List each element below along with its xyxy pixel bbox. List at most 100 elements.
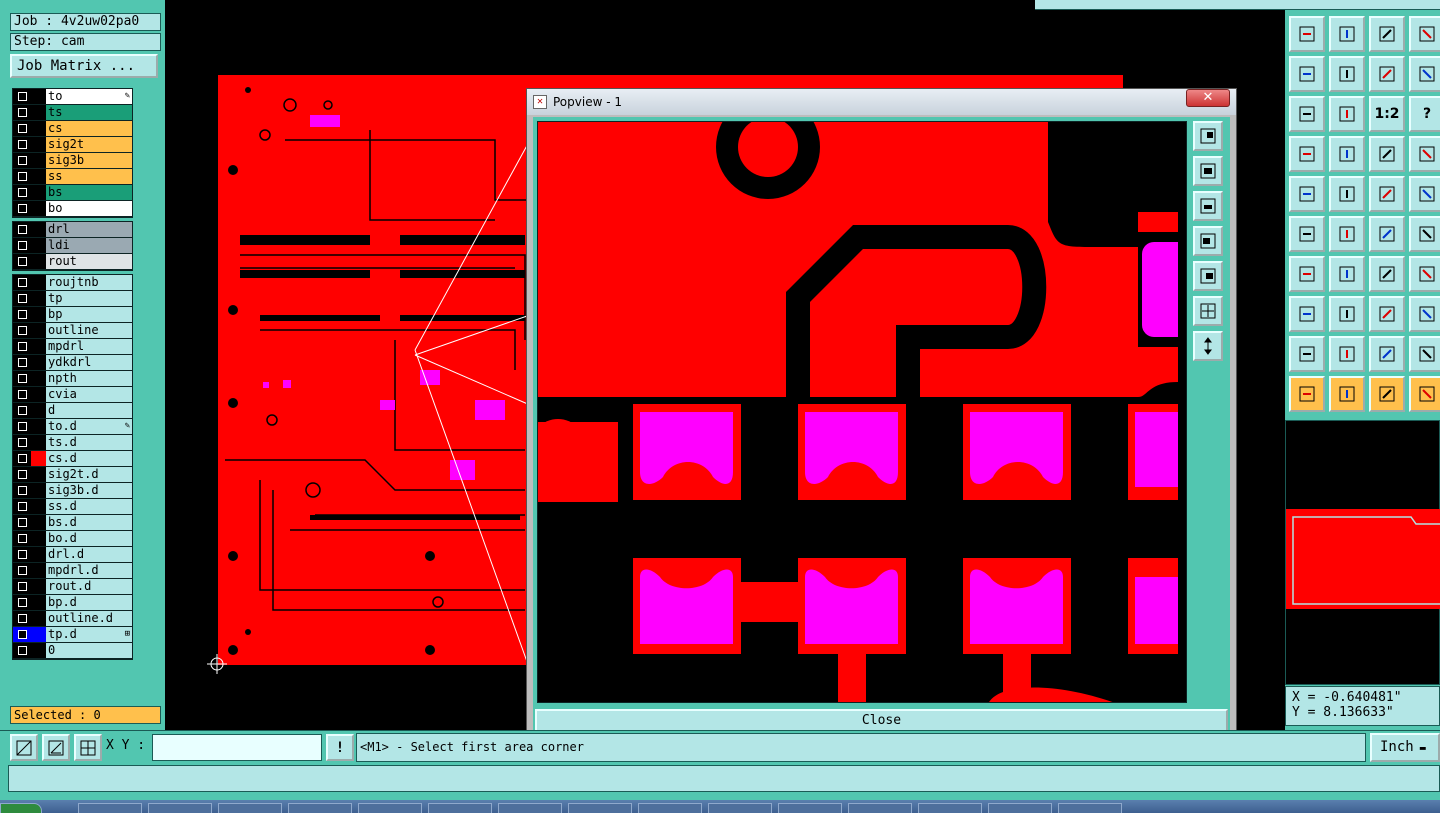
layer-row[interactable]: cs [13,121,132,137]
layer-swatch[interactable] [31,169,46,184]
layer-row[interactable]: to ✎ [13,89,132,105]
font-icon[interactable] [1409,256,1440,292]
layer-checkbox[interactable] [13,435,31,450]
pointer-circle-icon[interactable] [1369,376,1405,412]
layer-swatch[interactable] [31,137,46,152]
layer-name[interactable]: sig3b.d [46,483,132,498]
layer-name[interactable]: cs.d [46,451,132,466]
layer-checkbox[interactable] [13,419,31,434]
layer-swatch[interactable] [31,254,46,269]
layer-name[interactable]: bs.d [46,515,132,530]
layer-row[interactable]: tp.d ⊞ [13,627,132,643]
window-icon[interactable] [1409,16,1440,52]
layer-row[interactable]: rout [13,254,132,270]
layer-swatch[interactable] [31,547,46,562]
move-point-icon[interactable] [1369,216,1405,252]
pan-icon[interactable] [1329,96,1365,132]
layer-checkbox[interactable] [13,579,31,594]
triangle-icon[interactable] [1289,336,1325,372]
layer-name[interactable]: cvia [46,387,132,402]
snap-grid-icon[interactable] [74,734,102,761]
pointer-node-icon[interactable] [1409,376,1440,412]
taskbar-item[interactable] [848,803,912,813]
layer-checkbox[interactable] [13,185,31,200]
layer-row[interactable]: mpdrl.d [13,563,132,579]
popview-titlebar[interactable]: ✕ Popview - 1 ✕ [527,89,1236,115]
layer-checkbox[interactable] [13,121,31,136]
layer-swatch[interactable] [31,323,46,338]
select-box-icon[interactable] [1289,296,1325,332]
dash-icon[interactable] [1329,296,1365,332]
layer-row[interactable]: roujtnb [13,275,132,291]
layer-swatch[interactable] [31,579,46,594]
layer-row[interactable]: ts.d [13,435,132,451]
layer-row[interactable]: sig2t [13,137,132,153]
layer-name[interactable]: ts [46,105,132,120]
layer-swatch[interactable] [31,291,46,306]
line-draw-icon[interactable] [1329,176,1365,212]
layer-swatch[interactable] [31,483,46,498]
layer-checkbox[interactable] [13,238,31,253]
redraw-icon[interactable] [1409,56,1440,92]
layer-checkbox[interactable] [13,254,31,269]
exclaim-button[interactable]: ! [326,734,354,761]
zoom-out-icon[interactable] [1193,191,1223,221]
layer-swatch[interactable] [31,467,46,482]
pointer-box-icon[interactable] [1329,376,1365,412]
layer-row[interactable]: rout.d [13,579,132,595]
layer-name[interactable]: ts.d [46,435,132,450]
layer-name[interactable]: outline.d [46,611,132,626]
layer-checkbox[interactable] [13,467,31,482]
layer-name[interactable]: bp [46,307,132,322]
layer-name[interactable]: drl.d [46,547,132,562]
layer-swatch[interactable] [31,627,46,642]
taskbar-item[interactable] [918,803,982,813]
close-icon[interactable]: ✕ [1186,89,1230,107]
layer-name[interactable]: ldi [46,238,132,253]
layer-checkbox[interactable] [13,627,31,642]
scale-1-2-icon[interactable]: 1:2 [1369,96,1405,132]
layer-checkbox[interactable] [13,371,31,386]
taskbar-item[interactable] [778,803,842,813]
layer-row[interactable]: d [13,403,132,419]
add-point-icon[interactable] [1409,216,1440,252]
layer-name[interactable]: sig2t [46,137,132,152]
layer-checkbox[interactable] [13,499,31,514]
center-view-icon[interactable] [1193,331,1223,361]
right-arrow-icon[interactable] [1329,56,1365,92]
layer-swatch[interactable] [31,105,46,120]
layer-swatch[interactable] [31,201,46,216]
layer-checkbox[interactable] [13,387,31,402]
layer-swatch[interactable] [31,121,46,136]
grid-icon[interactable] [1329,136,1365,172]
layer-name[interactable]: d [46,403,132,418]
layer-swatch[interactable] [31,611,46,626]
layer-row[interactable]: tp [13,291,132,307]
layer-row[interactable]: bo.d [13,531,132,547]
layer-checkbox[interactable] [13,201,31,216]
layer-checkbox[interactable] [13,339,31,354]
layer-swatch[interactable] [31,275,46,290]
layer-checkbox[interactable] [13,403,31,418]
layer-name[interactable]: drl [46,222,132,237]
layer-swatch[interactable] [31,307,46,322]
dot-icon[interactable] [1409,176,1440,212]
layer-checkbox[interactable] [13,105,31,120]
unit-selector[interactable]: Inch ▬ [1370,733,1440,762]
layer-name[interactable]: rout.d [46,579,132,594]
home-icon[interactable] [1369,16,1405,52]
layer-swatch[interactable] [31,89,46,104]
layer-row[interactable]: sig3b [13,153,132,169]
layer-row[interactable]: bo [13,201,132,217]
layer-checkbox[interactable] [13,222,31,237]
layer-checkbox[interactable] [13,323,31,338]
layer-row[interactable]: ydkdrl [13,355,132,371]
layer-name[interactable]: roujtnb [46,275,132,290]
layer-name[interactable]: bo [46,201,132,216]
ruler-icon[interactable] [1369,176,1405,212]
layer-checkbox[interactable] [13,137,31,152]
layer-swatch[interactable] [31,563,46,578]
layer-name[interactable]: npth [46,371,132,386]
layer-swatch[interactable] [31,371,46,386]
layer-down-icon[interactable] [1329,16,1365,52]
